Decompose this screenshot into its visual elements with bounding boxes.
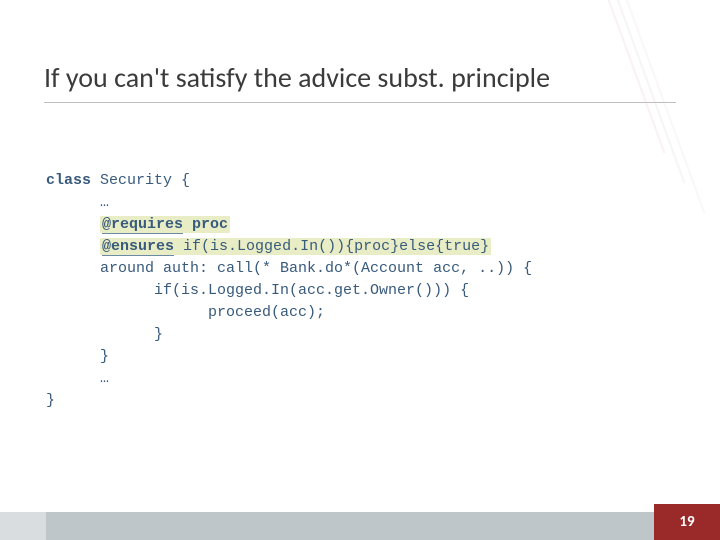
- code-text: [174, 238, 183, 255]
- code-text: }: [46, 326, 163, 343]
- code-text: }: [46, 392, 55, 409]
- footer-block-mid: [46, 512, 654, 540]
- decorative-stroke: [595, 0, 686, 184]
- footer: 19: [0, 492, 720, 540]
- slide-title: If you can't satisfy the advice subst. p…: [44, 60, 550, 95]
- code-text: …: [46, 194, 109, 211]
- code-text: [183, 216, 192, 233]
- decorative-stroke: [575, 0, 666, 154]
- code-text: [46, 216, 100, 233]
- keyword-class: class: [46, 172, 91, 189]
- code-text: proceed(acc);: [46, 304, 325, 321]
- highlight-ensures: @ensures if(is.Logged.In()){proc}else{tr…: [100, 238, 491, 255]
- code-text: [46, 238, 100, 255]
- highlight-requires: @requires proc: [100, 216, 230, 233]
- page-number-badge: 19: [654, 504, 720, 540]
- keyword-proc: proc: [192, 216, 228, 233]
- annotation-ensures: @ensures: [102, 238, 174, 256]
- code-text: …: [46, 370, 109, 387]
- footer-block-left: [0, 512, 46, 540]
- annotation-requires: @requires: [102, 216, 183, 234]
- code-text: }: [46, 348, 109, 365]
- page-number: 19: [679, 513, 694, 531]
- code-text: around auth: call(* Bank.do*(Account acc…: [46, 260, 532, 277]
- code-text: Security {: [91, 172, 190, 189]
- slide: If you can't satisfy the advice subst. p…: [0, 0, 720, 540]
- code-text: if(is.Logged.In(acc.get.Owner())) {: [46, 282, 469, 299]
- code-block: class Security { … @requires proc @ensur…: [46, 170, 532, 412]
- title-underline: [44, 102, 676, 103]
- code-text: if(is.Logged.In()){proc}else{true}: [183, 238, 489, 255]
